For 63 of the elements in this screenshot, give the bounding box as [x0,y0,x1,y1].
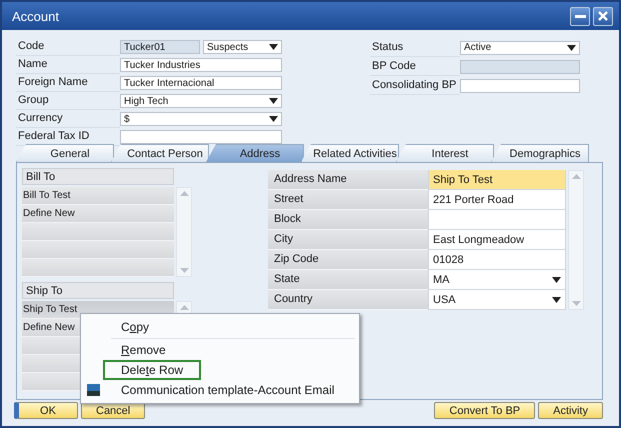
menu-item[interactable]: Remove [105,342,182,358]
dropdown-caret-icon[interactable] [567,44,576,50]
tab[interactable]: Contact Person [111,144,209,162]
menu-item[interactable]: Communication template-Account Email [105,382,350,398]
dialog-button[interactable]: Activity [538,402,603,419]
field-label: State [268,270,428,290]
field-label: Block [268,210,428,230]
field-label: City [268,230,428,250]
tab[interactable]: Demographics [491,144,589,162]
scroll-down-icon[interactable] [180,268,188,273]
input-field[interactable]: 01028 [428,250,566,270]
dropdown-caret-icon[interactable] [269,116,278,122]
close-button[interactable] [593,6,613,26]
dropdown-field[interactable]: Active [460,40,580,54]
window-title: Account [12,8,59,24]
dialog-button[interactable]: Convert To BP [434,402,536,419]
field-label: Zip Code [268,250,428,270]
menu-item[interactable]: Delete Row [105,362,200,378]
template-icon [87,384,100,396]
code-field[interactable]: Tucker01 [120,40,200,54]
dropdown-field[interactable]: $ [120,112,282,126]
list-header: Bill To [22,168,174,185]
scroll-up-icon[interactable] [572,174,580,179]
close-icon [598,11,608,21]
input-field[interactable]: Tucker Industries [120,58,282,72]
field-label: Address Name [268,170,428,190]
tab[interactable]: Interest [396,144,494,162]
dropdown-field[interactable]: High Tech [120,94,282,108]
address-list-item[interactable]: Bill To Test [22,187,174,205]
dropdown-field[interactable]: USA [428,290,566,310]
minimize-icon [574,14,586,18]
scrollbar[interactable] [176,187,192,277]
input-field[interactable]: East Longmeadow [428,230,566,250]
empty-list-row[interactable] [22,259,174,277]
dropdown-field[interactable]: MA [428,270,566,290]
input-field[interactable]: Tucker Internacional [120,76,282,90]
input-field[interactable] [120,130,282,144]
dropdown-caret-icon[interactable] [552,276,561,282]
scroll-up-icon[interactable] [180,191,188,196]
scroll-down-icon[interactable] [572,301,580,306]
list-header: Ship To [22,282,174,299]
dropdown-caret-icon[interactable] [552,296,561,302]
tab[interactable]: Address [206,144,304,162]
empty-list-row[interactable] [22,223,174,241]
input-field[interactable] [460,78,580,92]
input-field[interactable]: 221 Porter Road [428,190,566,210]
menu-item[interactable]: Copy [105,319,166,335]
tab[interactable]: General [16,144,114,162]
dialog-button[interactable]: OK [14,402,78,419]
address-list-item[interactable]: Define New [22,205,174,223]
field-label: Street [268,190,428,210]
readonly-field[interactable] [460,60,580,74]
input-field[interactable]: Ship To Test [428,170,566,190]
field-label: Country [268,290,428,310]
minimize-button[interactable] [570,6,590,26]
input-field[interactable] [428,210,566,230]
scroll-up-icon[interactable] [180,305,188,310]
scrollbar[interactable] [568,170,584,310]
empty-list-row[interactable] [22,241,174,259]
tab[interactable]: Related Activities [301,144,399,162]
dropdown-caret-icon[interactable] [269,98,278,104]
dropdown-caret-icon[interactable] [269,44,278,50]
series-dropdown[interactable]: Suspects [203,40,282,54]
